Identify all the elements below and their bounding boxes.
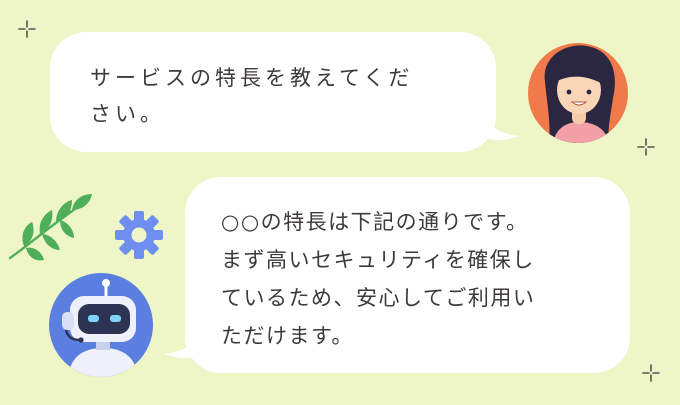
bot-bubble-tail — [164, 330, 196, 359]
bot-message-line: ているため、安心してご利用い — [221, 286, 536, 310]
woman-avatar-icon — [528, 43, 628, 143]
gear-icon — [115, 211, 163, 259]
robot-avatar-icon — [49, 273, 153, 377]
user-bubble-tail — [486, 112, 520, 141]
sparkle-icon — [642, 364, 660, 382]
user-message-line: サービスの特長を教えてくだ — [90, 66, 414, 90]
bot-message-line: まず高いセキュリティを確保し — [221, 248, 535, 272]
sparkle-icon — [637, 138, 655, 156]
bot-message-line: ○○の特長は下記の通りです。 — [221, 210, 529, 234]
bot-message-bubble: ○○の特長は下記の通りです。 まず高いセキュリティを確保し ているため、安心して… — [185, 177, 630, 373]
leaf-branch-icon — [8, 194, 92, 261]
user-message-line: さい。 — [90, 102, 165, 126]
sparkle-icon — [18, 20, 36, 38]
user-message-bubble: サービスの特長を教えてくだ さい。 — [50, 32, 496, 152]
bot-message-line: ただけます。 — [221, 324, 354, 348]
